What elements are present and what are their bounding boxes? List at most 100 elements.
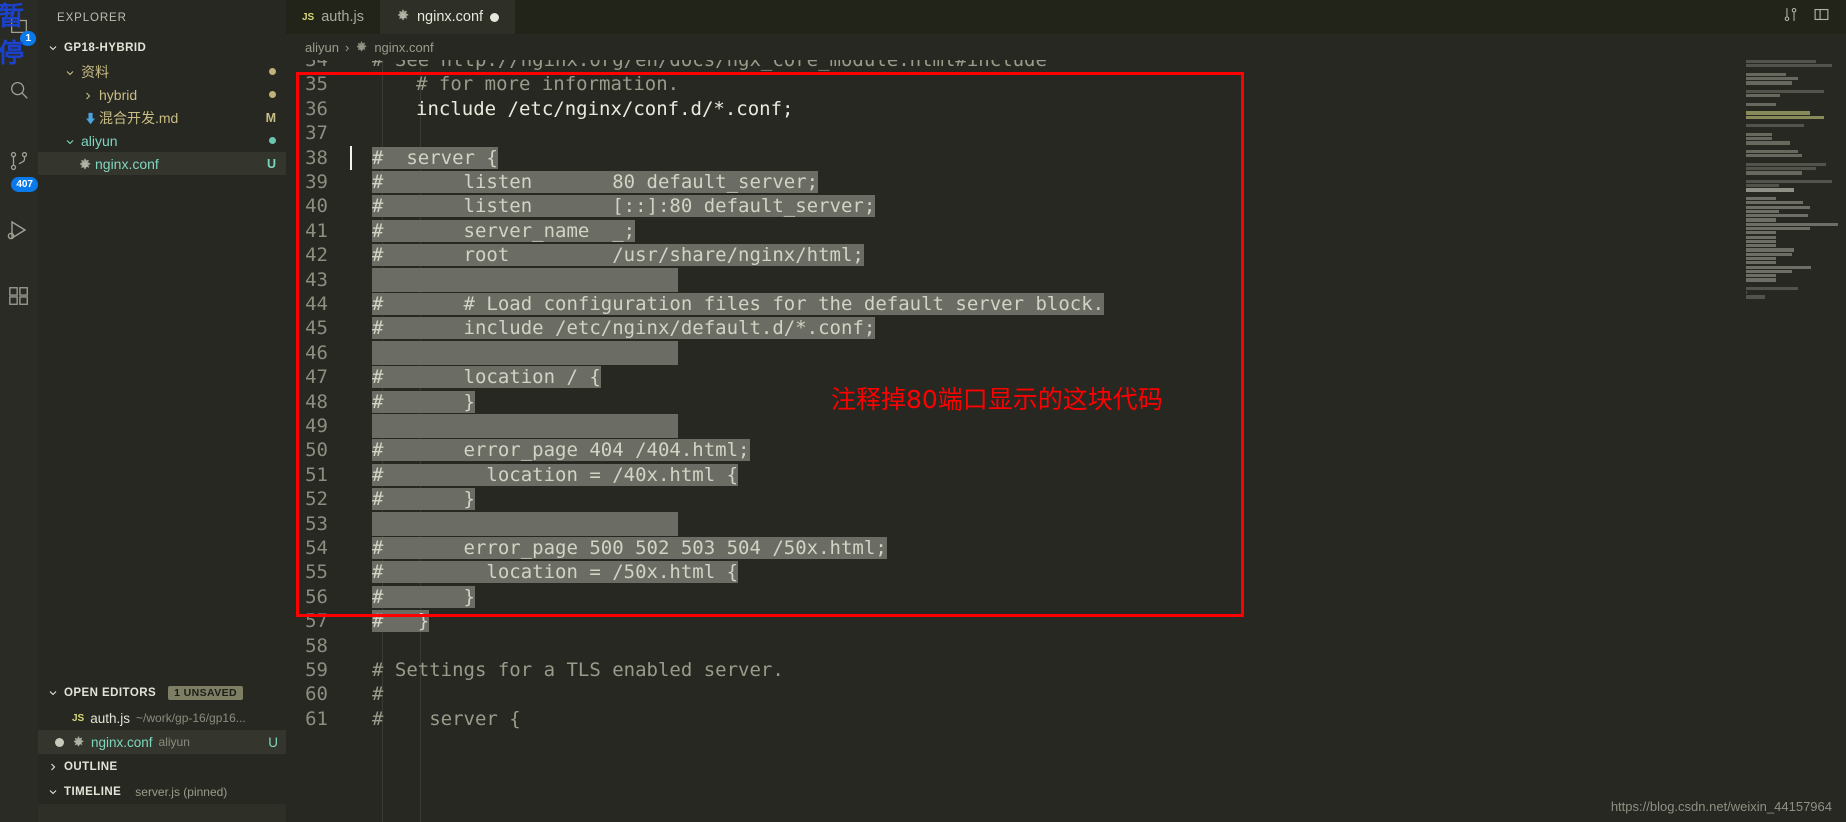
tree-item-aliyun[interactable]: aliyun (38, 129, 286, 152)
code-line-text: # for more information. (416, 73, 680, 96)
tab-auth-js[interactable]: JS auth.js (286, 0, 380, 34)
timeline-header[interactable]: TIMELINE server.js (pinned) (38, 779, 286, 804)
open-editors-header[interactable]: OPEN EDITORS 1 UNSAVED (38, 680, 286, 706)
open-editor-item-auth-js[interactable]: JS auth.js ~/work/gp-16/gp16... (38, 706, 286, 730)
outline-label: OUTLINE (64, 760, 118, 773)
code-line-text: # server { (372, 146, 498, 169)
git-status-letter: U (266, 156, 276, 171)
editor-scrollbar[interactable] (1832, 60, 1846, 822)
code-line[interactable]: include /etc/nginx/conf.d/*.conf; (350, 97, 1846, 121)
selection-block (372, 340, 678, 365)
tree-item-nginx-conf[interactable]: nginx.conf U (38, 152, 286, 175)
minimap-line (1746, 94, 1780, 98)
code-line[interactable] (350, 340, 1846, 365)
code-line[interactable]: # } (350, 585, 1846, 609)
gear-icon (396, 9, 410, 25)
vscode-window: 1 暂停 407 EXPLORER GP18-HYBRID 资料 hybrid … (0, 0, 1846, 822)
minimap-line (1746, 218, 1776, 222)
code-line[interactable]: # location = /50x.html { (350, 560, 1846, 584)
open-editor-item-nginx-conf[interactable]: nginx.conf aliyun U (38, 730, 286, 754)
line-number: 41 (305, 219, 328, 242)
tab-nginx-conf[interactable]: nginx.conf (379, 0, 516, 34)
tree-item-hybrid[interactable]: hybrid (38, 83, 286, 106)
breadcrumb-folder[interactable]: aliyun (305, 40, 339, 55)
minimap-line (1746, 269, 1793, 273)
code-line[interactable]: # } (350, 487, 1846, 511)
open-editor-name: nginx.conf (91, 734, 153, 750)
code-line-text: # error_page 500 502 503 504 /50x.html; (372, 537, 887, 559)
code-line[interactable]: # } (350, 609, 1846, 633)
activity-item-run-and-debug[interactable] (0, 194, 38, 266)
tree-item-ziliao[interactable]: 资料 (38, 60, 286, 83)
git-status-letter: M (265, 110, 276, 125)
minimap-line (1746, 231, 1776, 235)
minimap-line (1746, 179, 1832, 184)
code-line[interactable] (350, 511, 1846, 536)
open-editors-label: OPEN EDITORS (64, 687, 157, 699)
activity-item-source-control[interactable]: 407 (0, 128, 38, 194)
source-control-badge: 407 (11, 177, 38, 192)
line-number: 47 (305, 366, 328, 389)
code-line-text: # } (372, 488, 475, 511)
code-line[interactable]: # error_page 500 502 503 504 /50x.html; (350, 536, 1846, 560)
chevron-right-icon (82, 89, 94, 101)
code-line-text: # } (372, 390, 475, 413)
code-content[interactable]: # See http://nginx.org/en/docs/ngx_core_… (342, 60, 1846, 822)
minimap-line (1746, 111, 1810, 115)
minimap-line (1746, 162, 1826, 166)
activity-item-search[interactable] (0, 52, 38, 128)
code-line[interactable]: # error_page 404 /404.html; (350, 438, 1846, 462)
code-line[interactable]: # listen [::]:80 default_server; (350, 194, 1846, 218)
line-number: 42 (305, 244, 328, 267)
outline-header[interactable]: OUTLINE (38, 754, 286, 779)
project-root-label: GP18-HYBRID (64, 41, 147, 54)
git-status-letter: U (268, 734, 278, 750)
toggle-panel-icon[interactable] (1813, 6, 1830, 28)
code-line[interactable]: # for more information. (350, 72, 1846, 96)
code-line[interactable]: # Settings for a TLS enabled server. (350, 658, 1846, 682)
tab-bar: JS auth.js nginx.conf (286, 0, 1846, 34)
minimap-line (1746, 184, 1780, 188)
gear-icon (78, 158, 91, 170)
code-editor[interactable]: 34 35 36 37 38 39 40 41 42 43 44 45 46 47 48 49 50 51 52 53… (286, 60, 1846, 822)
minimap-line (1746, 256, 1776, 261)
tree-item-label: aliyun (81, 132, 118, 149)
code-line[interactable]: # location = /40x.html { (350, 463, 1846, 487)
project-root-header[interactable]: GP18-HYBRID (38, 36, 286, 59)
line-number: 48 (305, 390, 328, 413)
activity-item-explorer[interactable]: 1 暂停 (0, 0, 38, 69)
tree-item-label: 资料 (81, 63, 109, 80)
split-editor-icon[interactable] (1782, 6, 1799, 28)
code-line[interactable]: # # Load configuration files for the def… (350, 292, 1846, 316)
minimap[interactable] (1740, 60, 1846, 822)
dirty-indicator-icon[interactable] (490, 12, 500, 22)
git-status-dot (269, 91, 276, 98)
minimap-line (1746, 149, 1798, 154)
file-tree: 资料 hybrid 混合开发.md M aliyun nginx.conf U (38, 59, 286, 175)
code-line[interactable]: # server_name _; (350, 219, 1846, 243)
activity-bar: 1 暂停 407 (0, 0, 38, 822)
code-line-text: # error_page 404 /404.html; (372, 439, 750, 462)
code-line[interactable]: # include /etc/nginx/default.d/*.conf; (350, 316, 1846, 340)
code-line[interactable] (350, 634, 1846, 658)
code-line[interactable]: # server { (350, 145, 1846, 170)
breadcrumb: aliyun › nginx.conf (286, 34, 1846, 60)
breadcrumb-file[interactable]: nginx.conf (374, 40, 433, 55)
code-line[interactable] (350, 414, 1846, 438)
code-line[interactable] (350, 267, 1846, 292)
line-number: 56 (305, 585, 328, 608)
code-line[interactable]: # See http://nginx.org/en/docs/ngx_core_… (350, 60, 1846, 72)
watermark: https://blog.csdn.net/weixin_44157964 (1610, 799, 1832, 814)
code-line[interactable]: # root /usr/share/nginx/html; (350, 243, 1846, 267)
code-line[interactable] (350, 121, 1846, 145)
code-line[interactable]: # listen 80 default_server; (350, 170, 1846, 194)
minimap-line (1746, 274, 1776, 278)
activity-item-extensions[interactable] (0, 266, 38, 326)
unsaved-count-badge: 1 UNSAVED (168, 686, 244, 700)
line-number: 55 (305, 561, 328, 584)
code-line[interactable]: # (350, 682, 1846, 706)
line-number: 38 (305, 146, 328, 169)
line-number: 45 (305, 317, 328, 340)
code-line[interactable]: # server { (350, 707, 1846, 731)
tree-item-hunhekaifa-md[interactable]: 混合开发.md M (38, 106, 286, 129)
